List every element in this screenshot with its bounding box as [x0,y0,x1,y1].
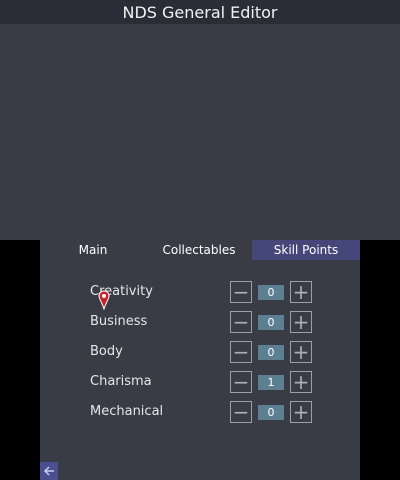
minus-icon: − [232,310,250,334]
decrement-button[interactable]: − [230,371,252,393]
tab-main[interactable]: Main [40,240,146,260]
decrement-button[interactable]: − [230,401,252,423]
top-screen: NDS General Editor [0,0,400,240]
tab-bar: Main Collectables Skill Points [40,240,360,260]
increment-button[interactable]: + [290,341,312,363]
plus-icon: + [292,280,310,304]
minus-icon: − [232,280,250,304]
minus-icon: − [232,400,250,424]
plus-icon: + [292,340,310,364]
skill-label: Business [90,314,148,329]
skill-value: 0 [258,345,284,360]
tab-skill-points[interactable]: Skill Points [252,240,360,260]
skill-row-mechanical: Mechanical − 0 + [40,400,360,424]
plus-icon: + [292,370,310,394]
increment-button[interactable]: + [290,281,312,303]
minus-icon: − [232,340,250,364]
skill-row-creativity: Creativity − 0 + [40,280,360,304]
decrement-button[interactable]: − [230,341,252,363]
plus-icon: + [292,400,310,424]
skill-row-charisma: Charisma − 1 + [40,370,360,394]
skill-value: 1 [258,375,284,390]
increment-button[interactable]: + [290,371,312,393]
skill-label: Charisma [90,374,152,389]
tab-collectables[interactable]: Collectables [146,240,252,260]
increment-button[interactable]: + [290,311,312,333]
back-arrow-icon[interactable] [40,462,58,480]
skill-row-body: Body − 0 + [40,340,360,364]
skill-row-business: Business − 0 + [40,310,360,334]
plus-icon: + [292,310,310,334]
skill-label: Mechanical [90,404,164,419]
skill-value: 0 [258,315,284,330]
minus-icon: − [232,370,250,394]
decrement-button[interactable]: − [230,311,252,333]
skill-label: Body [90,344,123,359]
bottom-screen: Main Collectables Skill Points Creativit… [40,240,360,480]
increment-button[interactable]: + [290,401,312,423]
window-title: NDS General Editor [0,0,400,24]
pointer-cursor-icon [98,290,110,310]
decrement-button[interactable]: − [230,281,252,303]
skill-value: 0 [258,405,284,420]
skill-value: 0 [258,285,284,300]
